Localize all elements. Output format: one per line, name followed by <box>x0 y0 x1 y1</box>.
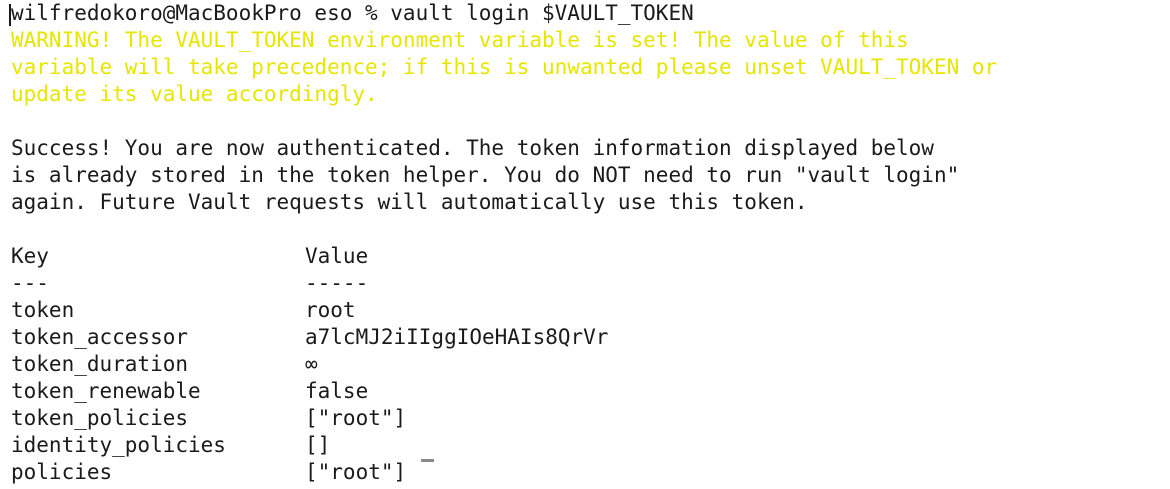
text-cursor-bar <box>9 4 11 26</box>
row-key: token_duration <box>11 352 189 376</box>
table-separator: --- ----- <box>11 270 1170 297</box>
row-value: ["root"] <box>305 460 407 484</box>
table-row: policies ["root"] <box>11 459 1170 486</box>
table-row: token_renewable false <box>11 378 1170 405</box>
success-line-2: is already stored in the token helper. Y… <box>11 163 960 187</box>
table-row: token root <box>11 297 1170 324</box>
row-value: [] <box>305 433 331 457</box>
success-line-1: Success! You are now authenticated. The … <box>11 136 934 160</box>
row-key: identity_policies <box>11 433 226 457</box>
terminal-cursor <box>421 459 435 462</box>
row-key: token_policies <box>11 406 189 430</box>
table-header: Key Value <box>11 243 1170 270</box>
terminal-window[interactable]: wilfredokoro@MacBookPro eso % vault logi… <box>0 0 1170 489</box>
table-row: token_accessor a7lcMJ2iIIggIOeHAIs8QrVr <box>11 324 1170 351</box>
row-value: false <box>305 379 369 403</box>
table-row: identity_policies [] <box>11 432 1170 459</box>
row-value: root <box>305 298 356 322</box>
warning-line-2: variable will take precedence; if this i… <box>11 55 998 79</box>
separator-value: ----- <box>305 271 369 295</box>
row-key: token_renewable <box>11 379 201 403</box>
command-line: wilfredokoro@MacBookPro eso % vault logi… <box>11 1 694 25</box>
success-line-3: again. Future Vault requests will automa… <box>11 190 808 214</box>
table-row: token_duration ∞ <box>11 351 1170 378</box>
row-value: ["root"] <box>305 406 407 430</box>
warning-line-1: WARNING! The VAULT_TOKEN environment var… <box>11 28 909 52</box>
row-value: ∞ <box>305 352 318 376</box>
row-key: token_accessor <box>11 325 189 349</box>
warning-line-3: update its value accordingly. <box>11 82 378 106</box>
row-value: a7lcMJ2iIIggIOeHAIs8QrVr <box>305 325 609 349</box>
table-row: token_policies ["root"] <box>11 405 1170 432</box>
row-key: policies <box>11 460 113 484</box>
header-key: Key <box>11 244 49 268</box>
header-value: Value <box>305 244 369 268</box>
row-key: token <box>11 298 75 322</box>
separator-key: --- <box>11 271 49 295</box>
